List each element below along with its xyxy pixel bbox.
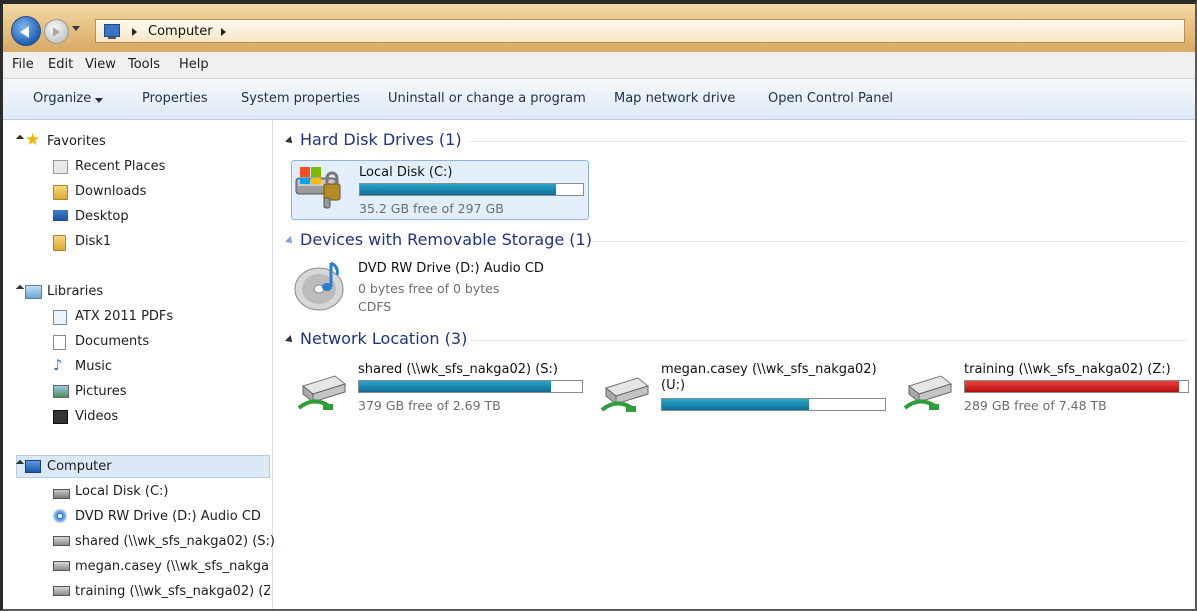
- drive-tile-dvd[interactable]: DVD RW Drive (D:) Audio CD 0 bytes free …: [291, 257, 551, 319]
- drive-tile-training[interactable]: training (\\wk_sfs_nakga02) (Z:) 289 GB …: [897, 358, 1195, 420]
- menu-help[interactable]: Help: [179, 57, 209, 72]
- map-network-drive-button[interactable]: Map network drive: [614, 91, 735, 106]
- collapsed-arrow-icon[interactable]: [42, 562, 48, 572]
- usage-bar: [661, 398, 886, 411]
- usage-bar: [964, 380, 1189, 393]
- open-control-panel-button[interactable]: Open Control Panel: [768, 91, 893, 106]
- menu-file[interactable]: File: [12, 57, 34, 72]
- dvd-icon: [53, 509, 67, 523]
- recent-pages-dropdown[interactable]: [72, 26, 80, 31]
- network-drive-icon: [53, 536, 70, 546]
- menu-view[interactable]: View: [85, 57, 116, 72]
- group-title: Devices with Removable Storage (1): [300, 230, 592, 249]
- drive-name: training (\\wk_sfs_nakga02) (Z:): [964, 362, 1171, 377]
- collapse-arrow-icon[interactable]: [285, 236, 295, 246]
- group-divider: [471, 340, 1187, 341]
- address-bar-area: Computer: [3, 4, 1195, 52]
- documents-icon: [53, 335, 66, 350]
- usage-bar: [358, 380, 583, 393]
- network-drive-icon: [53, 586, 70, 596]
- free-space-text: 289 GB free of 7.48 TB: [964, 398, 1107, 413]
- usage-bar-fill: [662, 399, 810, 410]
- uninstall-program-button[interactable]: Uninstall or change a program: [388, 91, 586, 106]
- forward-arrow-icon[interactable]: [44, 19, 69, 44]
- network-drive-icon: [53, 561, 70, 571]
- group-divider: [469, 141, 1187, 142]
- explorer-window: Computer File Edit View Tools Help Organ…: [0, 0, 1197, 611]
- organize-button[interactable]: Organize: [33, 91, 91, 106]
- menu-tools[interactable]: Tools: [128, 57, 160, 72]
- videos-icon: [53, 410, 68, 424]
- collapse-arrow-icon[interactable]: [285, 136, 295, 146]
- drive-tile-local-disk[interactable]: Local Disk (C:) 35.2 GB free of 297 GB: [291, 160, 589, 220]
- computer-icon: [104, 24, 120, 39]
- chevron-down-icon[interactable]: [95, 98, 103, 103]
- command-bar: Organize Properties System properties Un…: [3, 79, 1195, 120]
- drive-tile-megan[interactable]: megan.casey (\\wk_sfs_nakga02) (U:): [594, 358, 894, 420]
- properties-button[interactable]: Properties: [142, 91, 208, 106]
- nav-item-megan-drive[interactable]: megan.casey (\\wk_sfs_nakga02) (U:): [53, 556, 270, 578]
- back-arrow-icon[interactable]: [11, 16, 41, 46]
- collapsed-arrow-icon[interactable]: [42, 362, 48, 372]
- network-drive-icon: [600, 377, 650, 412]
- downloads-folder-icon: [53, 185, 68, 200]
- collapsed-arrow-icon[interactable]: [42, 312, 48, 322]
- drive-tile-shared[interactable]: shared (\\wk_sfs_nakga02) (S:) 379 GB fr…: [291, 358, 591, 420]
- drive-name: Local Disk (C:): [359, 165, 453, 180]
- content-pane: Hard Disk Drives (1) Local Disk (C:) 35.…: [273, 120, 1195, 609]
- collapsed-arrow-icon[interactable]: [42, 587, 48, 597]
- network-drive-icon: [903, 375, 953, 410]
- free-space-text: 35.2 GB free of 297 GB: [359, 201, 504, 216]
- group-removable-storage[interactable]: Devices with Removable Storage (1): [273, 230, 1187, 252]
- group-network-location[interactable]: Network Location (3): [273, 329, 1187, 351]
- usage-bar-fill: [965, 381, 1180, 392]
- usage-bar-fill: [359, 381, 551, 392]
- pictures-icon: [53, 385, 69, 398]
- music-icon: ♪: [53, 356, 63, 374]
- group-title: Network Location (3): [300, 329, 468, 348]
- star-icon: ★: [25, 130, 41, 150]
- drive-letter: (U:): [661, 378, 686, 393]
- drive-name: DVD RW Drive (D:) Audio CD: [358, 261, 544, 276]
- drive-name: shared (\\wk_sfs_nakga02) (S:): [358, 362, 559, 377]
- breadcrumb-arrow-icon[interactable]: [132, 28, 137, 36]
- menu-edit[interactable]: Edit: [48, 57, 73, 72]
- free-space-text: 0 bytes free of 0 bytes: [358, 281, 500, 296]
- usage-bar: [359, 183, 584, 196]
- group-title: Hard Disk Drives (1): [300, 130, 462, 149]
- collapse-arrow-icon[interactable]: [285, 335, 295, 345]
- dvd-music-icon: [294, 261, 344, 311]
- library-doc-icon: [53, 310, 67, 325]
- expand-arrow-icon[interactable]: [15, 284, 25, 294]
- nav-item-training-drive[interactable]: training (\\wk_sfs_nakga02) (Z:): [53, 581, 270, 603]
- breadcrumb-computer[interactable]: Computer: [148, 24, 213, 39]
- collapsed-arrow-icon[interactable]: [42, 512, 48, 522]
- libraries-icon: [25, 285, 42, 299]
- desktop-icon: [53, 210, 68, 221]
- drive-name: megan.casey (\\wk_sfs_nakga02): [661, 362, 877, 377]
- collapsed-arrow-icon[interactable]: [42, 412, 48, 422]
- hard-drive-icon: [295, 167, 341, 209]
- menu-bar: File Edit View Tools Help: [3, 52, 1195, 79]
- system-properties-button[interactable]: System properties: [241, 91, 360, 106]
- collapsed-arrow-icon[interactable]: [42, 337, 48, 347]
- network-drive-icon: [297, 375, 347, 410]
- expand-arrow-icon[interactable]: [15, 134, 25, 144]
- recent-places-icon: [53, 160, 68, 174]
- folder-icon: [53, 235, 66, 251]
- group-divider: [593, 241, 1187, 242]
- address-box[interactable]: Computer: [95, 19, 1185, 43]
- hard-drive-icon: [53, 489, 70, 499]
- group-hard-disk-drives[interactable]: Hard Disk Drives (1): [273, 130, 1187, 152]
- collapsed-arrow-icon[interactable]: [42, 387, 48, 397]
- collapsed-arrow-icon[interactable]: [42, 537, 48, 547]
- free-space-text: 379 GB free of 2.69 TB: [358, 398, 501, 413]
- computer-icon: [25, 460, 41, 473]
- navigation-pane: ★ Favorites Recent Places Downloads Desk…: [3, 120, 275, 609]
- file-system-text: CDFS: [358, 299, 392, 314]
- collapsed-arrow-icon[interactable]: [42, 487, 48, 497]
- breadcrumb-arrow-icon[interactable]: [221, 28, 226, 36]
- usage-bar-fill: [360, 184, 557, 195]
